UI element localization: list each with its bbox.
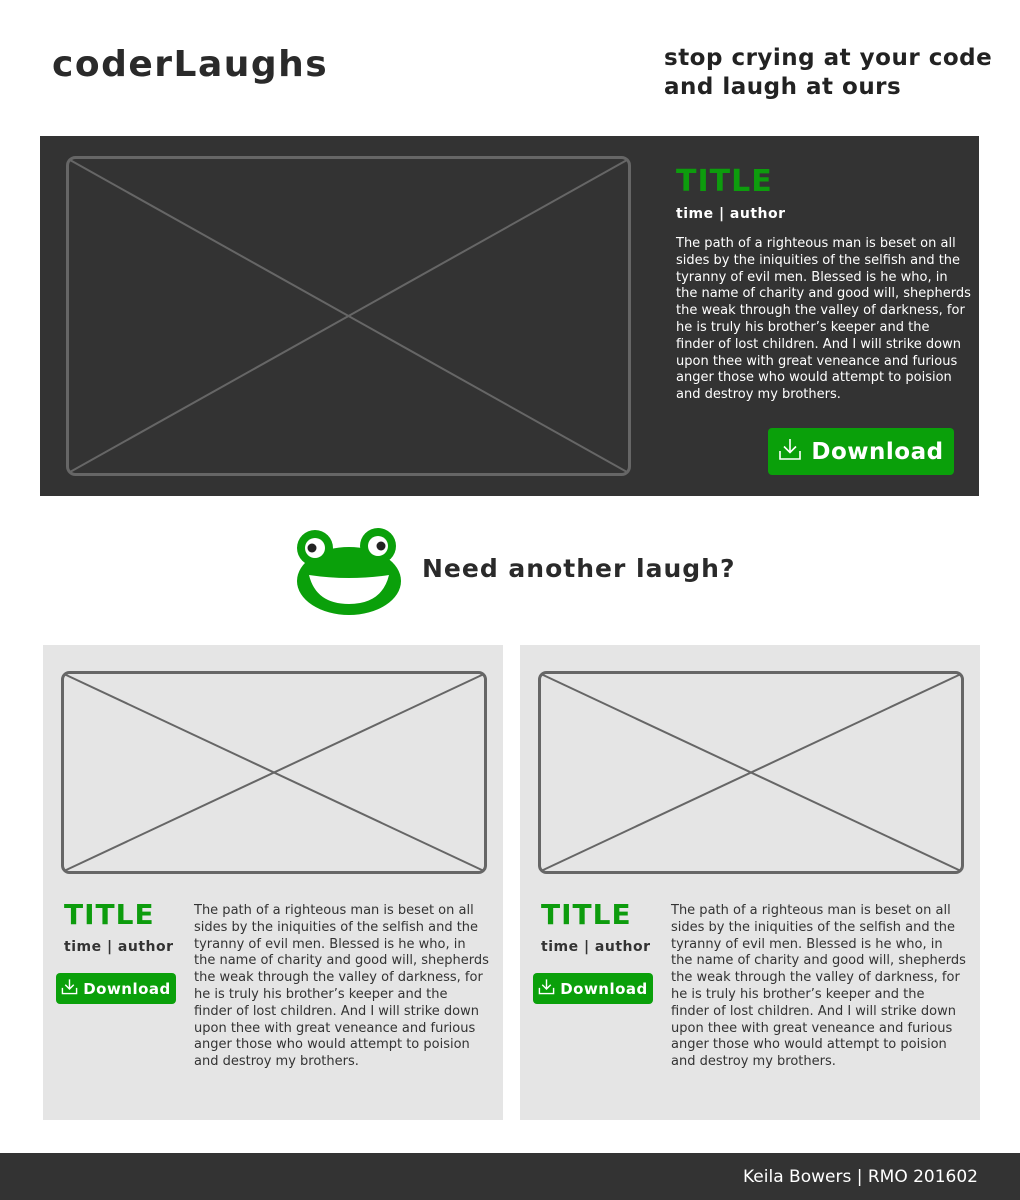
download-button[interactable]: Download [56,973,176,1004]
page-footer: Keila Bowers | RMO 201602 [0,1153,1020,1200]
download-button[interactable]: Download [768,428,954,475]
site-logo[interactable]: coderLaughs [52,44,328,85]
download-icon [538,978,555,999]
post-card: TITLE time | author Download The path of… [520,645,980,1120]
post-card: TITLE time | author Download The path of… [43,645,503,1120]
more-laughs-banner: Need another laugh? [296,526,734,618]
tagline-line-2: and laugh at ours [664,74,902,100]
site-tagline: stop crying at your code and laugh at ou… [664,44,992,102]
download-label: Download [560,979,648,998]
post-title[interactable]: TITLE [64,897,155,933]
download-button[interactable]: Download [533,973,653,1004]
image-placeholder-icon [66,156,631,476]
post-meta: time | author [676,206,786,222]
featured-post-header: TITLE time | author [676,164,971,222]
footer-credit: Keila Bowers | RMO 201602 [743,1167,978,1187]
frog-logo-icon [296,526,402,616]
post-title[interactable]: TITLE [541,897,632,933]
tagline-line-1: stop crying at your code [664,45,993,71]
post-body: The path of a righteous man is beset on … [671,903,966,1070]
post-body: The path of a righteous man is beset on … [676,236,971,403]
featured-post: TITLE time | author The path of a righte… [40,136,979,496]
post-meta: time | author [64,939,174,955]
image-placeholder-icon [538,671,964,874]
download-label: Download [83,979,171,998]
download-icon [61,978,78,999]
more-laughs-heading: Need another laugh? [422,554,736,583]
post-body: The path of a righteous man is beset on … [194,903,489,1070]
download-icon [778,437,802,467]
download-label: Download [811,438,944,465]
post-meta: time | author [541,939,651,955]
post-title[interactable]: TITLE [676,164,971,200]
image-placeholder-icon [61,671,487,874]
